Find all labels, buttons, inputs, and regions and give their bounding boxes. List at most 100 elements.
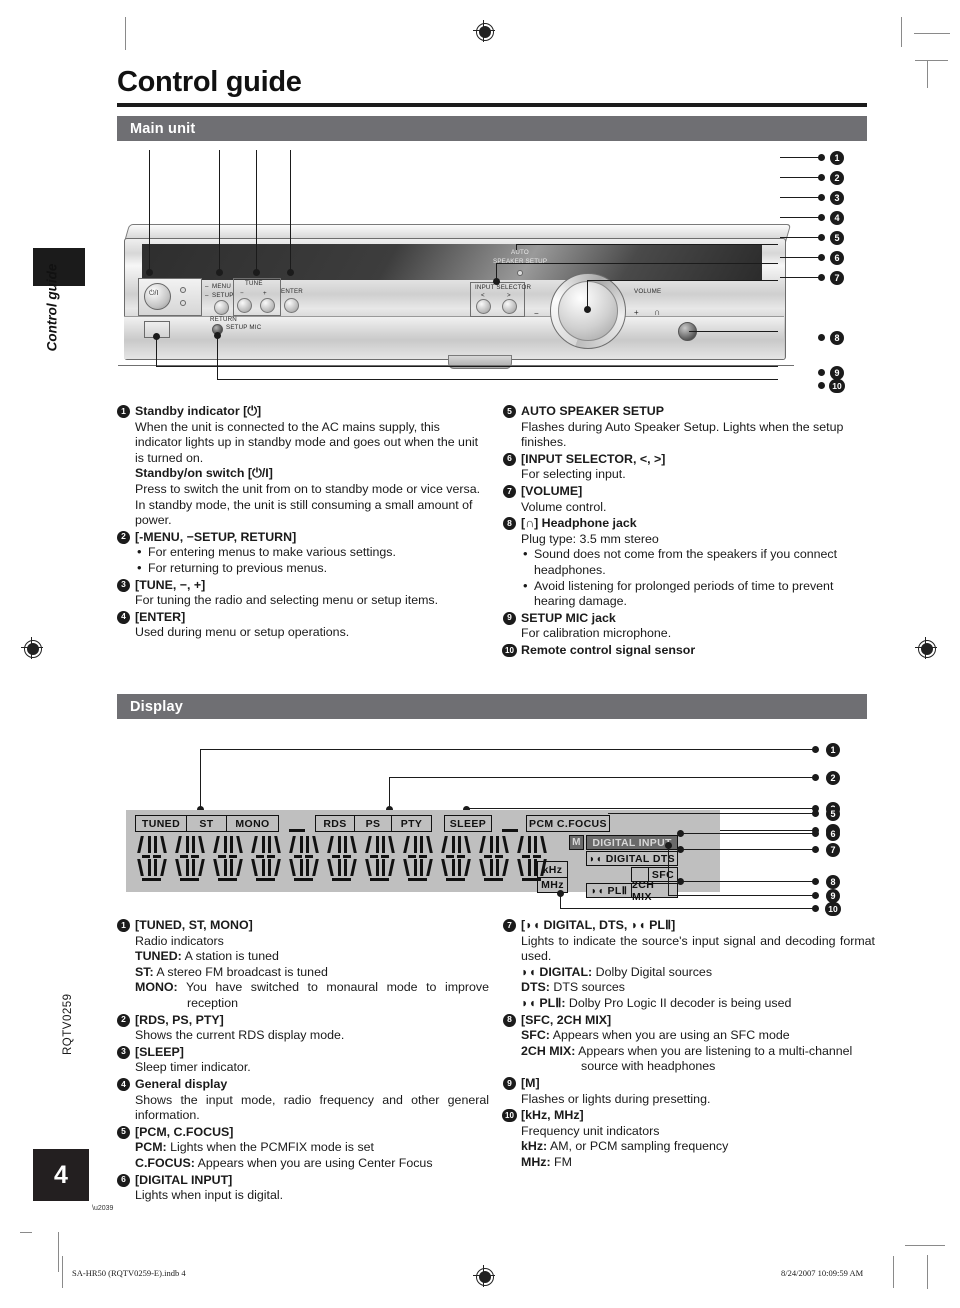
item-number-3: 3 <box>117 578 130 592</box>
leader-7-dot <box>584 306 591 313</box>
disp-callout-dot-10 <box>812 905 819 912</box>
main-unit-illustration: ⏻/I MENU – SETUP – RETURN TUNE − + ENTER… <box>118 150 818 395</box>
main-unit-item-9: 9 SETUP MIC jack For calibration microph… <box>503 611 875 642</box>
item-body-9: For calibration microphone. <box>521 626 672 641</box>
leader-9-v <box>156 336 157 367</box>
seg-dash-b <box>502 829 518 832</box>
item-title-3: [TUNE, −, +] <box>135 577 206 592</box>
item-body-7: Volume control. <box>521 499 607 514</box>
disp-callout-number-5: 5 <box>826 807 840 821</box>
disp-item-number-2: 2 <box>117 1013 130 1027</box>
disp-def-term-8a: SFC: <box>521 1028 550 1043</box>
leader-2-v <box>219 150 220 272</box>
display-item-9: 9 [M] Flashes or lights during presettin… <box>503 1076 875 1107</box>
disp-def-term-5a: PCM: <box>135 1140 167 1155</box>
item-body-1b: Press to switch the unit from on to stan… <box>135 481 481 528</box>
item-body-6: For selecting input. <box>521 467 626 482</box>
crop-mark-br-h <box>905 1245 945 1246</box>
item-body-8: Plug type: 3.5 mm stereo <box>521 531 659 546</box>
tune-plus-label: + <box>263 290 267 297</box>
standby-indicator-led <box>180 287 186 293</box>
indicator-m: M <box>569 835 584 850</box>
disp-def-term-1b: ST: <box>135 964 154 979</box>
volume-label: VOLUME <box>634 288 662 295</box>
callout-dot-mu-8 <box>818 334 825 341</box>
disp-item-title-8: [SFC, 2CH MIX] <box>521 1012 612 1027</box>
menu-label: MENU <box>212 283 232 290</box>
document-code: RQTV0259 <box>62 993 74 1055</box>
input-right-label: > <box>507 292 511 299</box>
callout-number-mu-3: 3 <box>830 191 844 205</box>
input-selector-label: INPUT SELECTOR <box>475 284 532 291</box>
disp-def-1c: MONO: You have switched to monaural mode… <box>135 980 489 1011</box>
callout-dot-mu-7 <box>818 274 825 281</box>
callout-number-mu-9: 9 <box>830 366 844 380</box>
disp-item-body-6: Lights when input is digital. <box>135 1188 284 1203</box>
disp-callout-dot-8 <box>812 878 819 885</box>
callout-number-mu-4: 4 <box>830 211 844 225</box>
leader-10-h <box>217 379 778 380</box>
tune-minus-button[interactable] <box>237 298 252 313</box>
input-selector-left-button[interactable] <box>476 299 491 314</box>
callout-dot-mu-9 <box>818 369 825 376</box>
leader-4-dot <box>287 269 294 276</box>
disp-item-title-5: [PCM, C.FOCUS] <box>135 1124 234 1139</box>
disp-def-term-1c: MONO: <box>135 980 178 995</box>
display-digit <box>175 834 210 882</box>
item-title-8: [∩] Headphone jack <box>521 516 637 531</box>
callout-dot-mu-3 <box>818 194 825 201</box>
callout-dot-mu-6 <box>818 254 825 261</box>
item-number-6: 6 <box>503 452 516 466</box>
indicator-st: ST <box>187 815 227 832</box>
disp-callout-number-6: 6 <box>826 827 840 841</box>
enter-button[interactable] <box>284 298 299 313</box>
disp-item-title-6: [DIGITAL INPUT] <box>135 1172 233 1187</box>
display-panel-illustration: TUNED ST MONO RDS PS PTY SLEEP PCM C.FOC… <box>126 810 720 903</box>
crop-mark-bl-h <box>20 1232 32 1233</box>
disp-def-term-7a: ◗◖ DIGITAL: <box>521 964 593 979</box>
item-bullet-8b: Avoid listening for prolonged periods of… <box>521 578 875 610</box>
disp-def-term-7c: ◗◖ PLⅡ: <box>521 995 566 1010</box>
main-unit-item-5: 5 AUTO SPEAKER SETUP Flashes during Auto… <box>503 404 875 451</box>
item-title-1b: Standby/on switch [⏻/I] <box>135 466 273 481</box>
disp-callout-number-10: 10 <box>825 902 841 916</box>
unit-display-window <box>142 244 762 280</box>
disp-def-8b: 2CH MIX: Appears when you are listening … <box>521 1044 875 1075</box>
auto-speaker-setup-indicator <box>517 270 523 276</box>
disp-def-1b: ST: A stereo FM broadcast is tuned <box>135 965 489 981</box>
manual-page: Control guide Main unit Control guide RQ… <box>0 0 960 1308</box>
seg-dash-a <box>289 829 305 832</box>
indicator-pty: PTY <box>392 815 432 832</box>
disp-item-number-9: 9 <box>503 1076 516 1090</box>
disp-item-body-9: Flashes or lights during presetting. <box>521 1091 711 1106</box>
disp-def-term-8b: 2CH MIX: <box>521 1043 576 1058</box>
disp-def-term-10b: MHz: <box>521 1154 551 1169</box>
leader-3-v <box>256 150 257 272</box>
main-unit-item-4: 4 [ENTER] Used during menu or setup oper… <box>117 610 487 641</box>
footer-rule-right <box>893 1256 894 1288</box>
disp-callout-number-1: 1 <box>826 743 840 757</box>
tune-minus-label: − <box>240 290 244 297</box>
main-unit-item-10: 10 Remote control signal sensor <box>502 643 875 659</box>
disp-leader-dot-8 <box>677 878 684 885</box>
disp-leader-dot-9 <box>665 842 672 849</box>
disp-def-1a: TUNED: A station is tuned <box>135 949 489 965</box>
display-digit <box>441 834 476 882</box>
tune-plus-button[interactable] <box>260 298 275 313</box>
display-item-3: 3 [SLEEP] Sleep timer indicator. <box>117 1045 489 1076</box>
standby-on-switch[interactable]: ⏻/I <box>144 283 171 310</box>
menu-setup-return-button[interactable] <box>214 300 229 315</box>
leader-1-dot <box>146 269 153 276</box>
crop-mark-tr-h2 <box>915 60 948 61</box>
disp-item-title-4: General display <box>135 1076 228 1091</box>
indicator-digital-input: DIGITAL INPUT <box>586 835 678 850</box>
leader-5-h <box>516 244 778 245</box>
callout-dot-mu-4 <box>818 214 825 221</box>
display-text-left: 1 [TUNED, ST, MONO] Radio indicators TUN… <box>117 918 489 1205</box>
menu-dash-icon: – <box>205 283 209 290</box>
display-item-1: 1 [TUNED, ST, MONO] Radio indicators TUN… <box>117 918 489 1012</box>
input-selector-right-button[interactable] <box>502 299 517 314</box>
setup-label: SETUP <box>212 292 234 299</box>
indicator-dolby-digital-dts: ◗◖ DIGITAL DTS <box>586 851 678 866</box>
item-number-4: 4 <box>117 610 130 624</box>
